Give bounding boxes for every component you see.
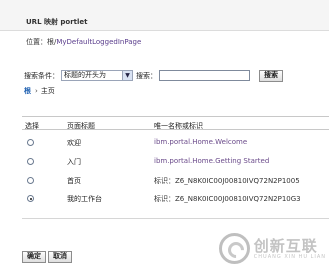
table-row[interactable]: 我的工作台 标识：Z6_N8K0IC00J00810IVQ72N2P10G3: [22, 189, 329, 207]
watermark: 创新互联 CHUANG XIN HU LIAN: [218, 233, 326, 264]
table-row[interactable]: 欢迎 ibm.portal.Home.Welcome: [22, 133, 329, 151]
table-row[interactable]: 入门 ibm.portal.Home.Getting Started: [22, 152, 329, 170]
portlet-title: URL 映射 portlet: [26, 18, 88, 26]
ok-button[interactable]: 确定: [22, 251, 46, 263]
cancel-button[interactable]: 取消: [48, 251, 72, 263]
breadcrumb-root-link[interactable]: 根: [24, 86, 31, 96]
pages-table: 选择 页面标题 唯一名称或标识 欢迎 ibm.portal.Home.Welco…: [22, 116, 329, 225]
watermark-cn: 创新互联: [253, 236, 318, 255]
row-uid: 标识：Z6_N8K0IC00J00810IVQ72N2P1005: [154, 177, 300, 185]
row-radio[interactable]: [27, 158, 34, 165]
location-label: 位置：根/: [26, 38, 57, 46]
location-path: 位置：根/MyDefaultLoggedInPage: [26, 37, 141, 47]
breadcrumb: 根 › 主页: [24, 86, 55, 96]
row-title: 欢迎: [67, 139, 81, 147]
criteria-label: 搜索条件：: [24, 71, 59, 80]
table-header: 选择 页面标题 唯一名称或标识: [22, 117, 329, 130]
breadcrumb-separator-icon: ›: [35, 87, 38, 95]
watermark-en: CHUANG XIN HU LIAN: [253, 253, 326, 260]
action-buttons: 确定 取消: [22, 251, 74, 263]
criteria-select-value: 标题的开头为: [64, 71, 106, 79]
table-row[interactable]: 首页 标识：Z6_N8K0IC00J00810IVQ72N2P1005: [22, 171, 329, 189]
header-page-title: 页面标题: [67, 122, 95, 130]
chevron-down-icon[interactable]: ▼: [122, 71, 132, 80]
row-radio[interactable]: [27, 139, 34, 146]
row-uid: ibm.portal.Home.Getting Started: [154, 157, 270, 165]
header-unique-name: 唯一名称或标识: [154, 122, 203, 130]
row-title: 入门: [67, 158, 81, 166]
search-button[interactable]: 搜索: [259, 69, 283, 82]
search-bar: 搜索条件： 标题的开头为 ▼ 搜索： 搜索: [24, 69, 283, 82]
row-title: 我的工作台: [67, 195, 102, 203]
row-uid: 标识：Z6_N8K0IC00J00810IVQ72N2P10G3: [154, 195, 301, 203]
row-uid: ibm.portal.Home.Welcome: [154, 138, 248, 146]
header-select: 选择: [25, 122, 39, 130]
portlet-titlebar: URL 映射 portlet: [0, 0, 329, 31]
breadcrumb-current: 主页: [40, 87, 55, 95]
criteria-select[interactable]: 标题的开头为 ▼: [61, 70, 133, 81]
table-bottom-divider: [22, 218, 329, 219]
watermark-logo-icon: [218, 233, 250, 264]
row-radio-selected[interactable]: [27, 195, 34, 202]
row-radio[interactable]: [27, 177, 34, 184]
search-label: 搜索：: [136, 71, 157, 80]
location-link[interactable]: MyDefaultLoggedInPage: [56, 38, 141, 46]
search-input[interactable]: [159, 70, 250, 81]
row-title: 首页: [67, 177, 81, 185]
